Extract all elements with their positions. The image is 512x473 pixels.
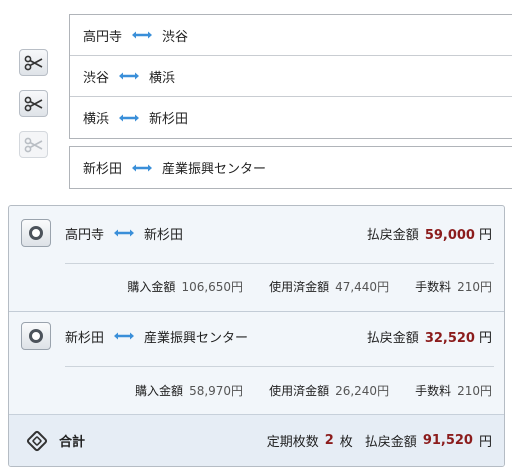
scissors-icon	[24, 55, 42, 70]
total-label: 合計	[59, 435, 86, 450]
purchase-value: 106,650円	[181, 280, 244, 294]
split-route-button-3[interactable]	[19, 131, 48, 158]
fee-label: 手数料	[415, 280, 452, 294]
total-summary: 定期枚数 2 枚 払戻金額 91,520 円	[267, 431, 492, 450]
section-header: 高円寺 新杉田 払戻金額 59,000 円	[9, 212, 504, 254]
purchase-value: 58,970円	[189, 384, 244, 398]
fee-value: 210円	[457, 280, 492, 294]
refund-unit: 円	[478, 330, 492, 346]
section-refund: 払戻金額 32,520 円	[367, 327, 492, 346]
fee-value: 210円	[457, 384, 492, 398]
ticket-count-label: 定期枚数	[266, 435, 319, 450]
refund-value: 32,520	[424, 330, 475, 346]
section-details: 購入金額 58,970円 使用済金額 26,240円 手数料 210円	[135, 382, 492, 399]
route-to: 産業振興センター	[162, 162, 267, 177]
section-divider	[65, 263, 494, 264]
total-refund-label: 払戻金額	[364, 435, 417, 450]
refund-value: 59,000	[424, 227, 475, 243]
total-row: 合計 定期枚数 2 枚 払戻金額 91,520 円	[9, 414, 504, 466]
used-value: 47,440円	[335, 280, 390, 294]
route-to: 新杉田	[149, 112, 189, 127]
total-refund-value: 91,520	[422, 433, 473, 448]
section-header: 新杉田 産業振興センター 払戻金額 32,520 円	[9, 315, 504, 357]
route-from: 高円寺	[83, 29, 123, 45]
split-route-button-1[interactable]	[19, 49, 48, 76]
used-label: 使用済金額	[269, 384, 330, 398]
route-from: 新杉田	[83, 162, 123, 177]
section-details: 購入金額 106,650円 使用済金額 47,440円 手数料 210円	[127, 278, 492, 295]
bidirectional-arrow-icon	[118, 71, 140, 81]
route-row: 渋谷 横浜	[70, 56, 512, 97]
total-refund-unit: 円	[478, 435, 492, 450]
route-row: 高円寺 渋谷	[70, 15, 512, 56]
route-from: 渋谷	[83, 70, 110, 86]
bidirectional-arrow-icon	[113, 331, 135, 341]
route-to: 横浜	[149, 70, 176, 86]
route-row: 横浜 新杉田	[70, 97, 512, 138]
merged-route-box: 新杉田 産業振興センター	[69, 146, 512, 189]
route-from: 新杉田	[65, 330, 105, 346]
bidirectional-arrow-icon	[113, 228, 135, 238]
refund-section: 新杉田 産業振興センター 払戻金額 32,520 円 購入金額 58,970円 使用済…	[9, 310, 504, 414]
scissors-icon	[24, 137, 42, 152]
purchase-label: 購入金額	[135, 384, 184, 398]
route-to: 産業振興センター	[144, 330, 249, 346]
route-list: 高円寺 渋谷 渋谷 横浜 横浜 新杉田	[69, 14, 512, 139]
refund-label: 払戻金額	[366, 330, 419, 346]
bidirectional-arrow-icon	[131, 30, 153, 40]
bidirectional-arrow-icon	[118, 113, 140, 123]
fee-label: 手数料	[415, 384, 452, 398]
route-to: 新杉田	[144, 227, 184, 243]
select-section-radio[interactable]	[21, 219, 51, 247]
ticket-count-unit: 枚	[339, 435, 353, 450]
split-route-button-2[interactable]	[19, 90, 48, 117]
section-divider	[65, 366, 494, 367]
used-label: 使用済金額	[269, 280, 330, 294]
ticket-count-value: 2	[324, 433, 334, 448]
section-route: 高円寺 新杉田	[65, 224, 183, 243]
route-from: 高円寺	[65, 227, 105, 243]
refund-section: 高円寺 新杉田 払戻金額 59,000 円 購入金額 106,650円 使用済金額 47…	[9, 206, 504, 310]
select-section-radio[interactable]	[21, 322, 51, 350]
refund-unit: 円	[478, 227, 492, 243]
section-refund: 払戻金額 59,000 円	[367, 224, 492, 243]
route-to: 渋谷	[162, 29, 189, 45]
used-value: 26,240円	[335, 384, 390, 398]
purchase-label: 購入金額	[127, 280, 176, 294]
route-from: 横浜	[83, 112, 110, 127]
section-route: 新杉田 産業振興センター	[65, 327, 248, 346]
refund-label: 払戻金額	[366, 227, 419, 243]
refund-summary-panel: 高円寺 新杉田 払戻金額 59,000 円 購入金額 106,650円 使用済金額 47…	[8, 205, 505, 467]
scissors-icon	[24, 96, 42, 111]
bidirectional-arrow-icon	[131, 163, 153, 173]
ticket-icon	[26, 430, 48, 452]
route-row: 新杉田 産業振興センター	[70, 147, 512, 188]
